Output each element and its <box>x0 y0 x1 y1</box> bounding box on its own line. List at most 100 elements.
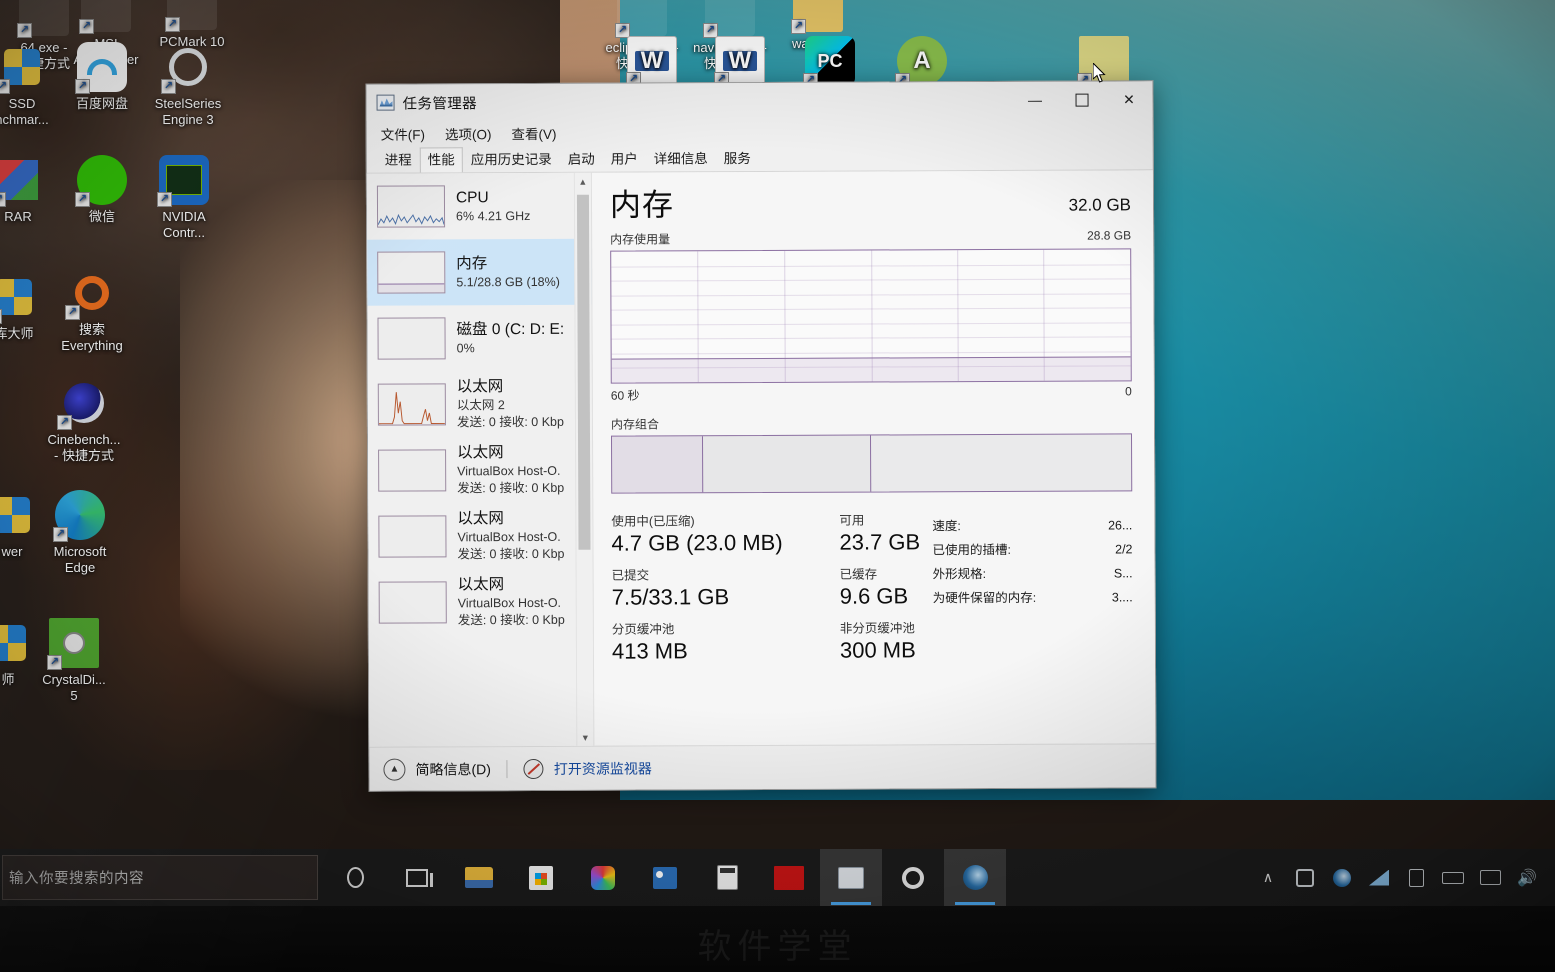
taskbar-color-app-icon[interactable] <box>572 849 634 906</box>
taskbar-buttons[interactable] <box>324 849 1006 906</box>
sidebar-item-label: 内存 <box>456 254 488 272</box>
menu-item-2[interactable]: 查看(V) <box>509 122 558 144</box>
tray-battery-icon[interactable] <box>1441 866 1465 890</box>
shortcut-arrow-icon: ↗ <box>17 23 32 38</box>
spec-row-1: 已使用的插槽: 2/2 <box>932 537 1132 562</box>
maximize-button[interactable] <box>1058 81 1105 117</box>
taskbar-file-explorer-icon[interactable] <box>448 849 510 906</box>
taskbar-strip[interactable]: 输入你要搜索的内容 ∧ 🔊 <box>0 849 1555 906</box>
tray-display-icon[interactable] <box>1478 866 1502 890</box>
desktop-icon-everything-search-icon[interactable]: ↗ 搜索 Everything <box>40 268 144 354</box>
resource-monitor-icon <box>523 758 544 779</box>
taskbar-settings-gear-icon[interactable] <box>882 849 944 906</box>
sidebar-item-label: 以太网 <box>457 444 504 462</box>
desktop-icon-label: Cinebench... - 快捷方式 <box>47 432 121 463</box>
scroll-up-arrow-icon[interactable]: ▲ <box>575 173 591 190</box>
tab-3[interactable]: 启动 <box>560 147 603 172</box>
shortcut-arrow-icon: ↗ <box>75 79 90 94</box>
tab-0[interactable]: 进程 <box>377 147 420 172</box>
desktop-icon-microsoft-edge-icon[interactable]: ↗ Microsoft Edge <box>28 490 132 576</box>
stat-2-0: 分页缓冲池 413 MB <box>612 621 840 665</box>
taskbar-cortana-icon[interactable] <box>324 849 386 906</box>
shortcut-arrow-icon: ↗ <box>0 79 10 94</box>
mouse-cursor-icon <box>1093 63 1106 83</box>
scroll-down-arrow-icon[interactable]: ▼ <box>577 729 593 746</box>
driver-master-icon: ↗ <box>0 272 39 324</box>
shortcut-arrow-icon: ↗ <box>75 192 90 207</box>
open-resource-monitor-link[interactable]: 打开资源监视器 <box>554 758 652 778</box>
tab-6[interactable]: 服务 <box>716 146 759 171</box>
footer-divider <box>506 759 508 778</box>
cinebench-icon: ↗ <box>57 378 109 430</box>
sidebar-item-2[interactable]: 磁盘 0 (C: D: E: 0% <box>367 305 591 372</box>
search-input[interactable]: 输入你要搜索的内容 <box>2 855 318 900</box>
stat-row-0: 使用中(已压缩) 4.7 GB (23.0 MB) 可用 23.7 GB <box>611 512 932 556</box>
sidebar-item-sub2: 发送: 0 接收: 0 Kbp <box>457 480 565 496</box>
sidebar-item-sub1: VirtualBox Host-O. <box>457 595 562 611</box>
taskbar[interactable]: 输入你要搜索的内容 ∧ 🔊 软件学堂 <box>0 849 1555 972</box>
sidebar-item-5[interactable]: 以太网 VirtualBox Host-O. 发送: 0 接收: 0 Kbp <box>368 503 592 570</box>
menu-bar[interactable]: 文件(F) 选项(O) 查看(V) <box>367 117 1153 146</box>
taskbar-red-app-icon[interactable] <box>758 849 820 906</box>
collapse-details-button[interactable]: 简略信息(D) <box>415 759 491 779</box>
menu-item-1[interactable]: 选项(O) <box>443 122 494 144</box>
stat-key: 已缓存 <box>839 567 878 582</box>
performance-list[interactable]: CPU 6% 4.21 GHz 内存 5.1/28.8 GB (18%) 磁盘 0 (C… <box>367 173 593 636</box>
tray-steam-tray-icon[interactable] <box>1330 866 1354 890</box>
taskbar-calculator-icon[interactable] <box>696 849 758 906</box>
graph-caption-label: 内存使用量 <box>610 232 671 247</box>
memory-specs: 速度: 26... 已使用的插槽: 2/2 外形规格: S... 为硬件保留的内存: 3...… <box>932 511 1133 674</box>
sidebar-item-text: 磁盘 0 (C: D: E: 0% <box>456 319 564 356</box>
desktop-icon-cinebench-icon[interactable]: ↗ Cinebench... - 快捷方式 <box>32 378 136 464</box>
desktop-icon-crystaldiskmark-icon[interactable]: ↗ CrystalDi... 5 <box>22 618 126 704</box>
sidebar-item-0[interactable]: CPU 6% 4.21 GHz <box>367 173 591 240</box>
total-memory-value: 32.0 GB <box>1068 195 1132 215</box>
tray-nvidia-tray-icon[interactable] <box>1293 866 1317 890</box>
composition-segment-modified <box>702 435 872 493</box>
taskbar-steam-icon[interactable] <box>944 849 1006 906</box>
taskbar-microsoft-store-icon[interactable] <box>510 849 572 906</box>
sidebar-item-4[interactable]: 以太网 VirtualBox Host-O. 发送: 0 接收: 0 Kbp <box>368 437 592 504</box>
tab-2[interactable]: 应用历史记录 <box>463 147 560 172</box>
tab-1[interactable]: 性能 <box>419 147 463 173</box>
memory-stats-left: 使用中(已压缩) 4.7 GB (23.0 MB) 可用 23.7 GB 已提交 7.5/… <box>611 512 933 675</box>
memory-usage-graph-caption: 内存使用量 28.8 GB <box>610 228 1131 247</box>
tab-4[interactable]: 用户 <box>603 147 646 172</box>
taskbar-task-view-icon[interactable] <box>386 849 448 906</box>
close-button[interactable]: ✕ <box>1105 81 1152 117</box>
sidebar-thumbnail-graph <box>377 251 446 294</box>
sidebar-thumbnail-graph <box>378 449 447 492</box>
spec-row-2: 外形规格: S... <box>933 561 1133 586</box>
tab-5[interactable]: 详细信息 <box>646 146 716 171</box>
spec-key: 速度: <box>932 519 961 534</box>
taskbar-active-underline <box>955 902 995 905</box>
spec-value: S... <box>1113 566 1133 581</box>
tab-strip[interactable]: 进程 性能 应用历史记录 启动 用户 详细信息 服务 <box>366 143 1153 174</box>
memory-usage-graph <box>610 248 1132 384</box>
stat-0-1: 可用 23.7 GB <box>839 512 920 555</box>
sidebar-item-3[interactable]: 以太网 以太网 2 发送: 0 接收: 0 Kbp <box>368 371 592 438</box>
desktop-icon-steelseries-icon[interactable]: ↗ SteelSeries Engine 3 <box>136 42 240 128</box>
task-manager-window[interactable]: 任务管理器 — ✕ 文件(F) 选项(O) 查看(V) 进程 性能 应用历史记录 启动 用户… <box>365 80 1157 792</box>
taskbar-task-manager-icon[interactable] <box>820 849 882 906</box>
system-tray[interactable]: ∧ 🔊 <box>1256 866 1555 890</box>
minimize-button[interactable]: — <box>1011 82 1058 118</box>
memory-composition-bar[interactable] <box>610 433 1133 494</box>
chevron-up-icon[interactable]: ▲ <box>383 758 406 781</box>
window-titlebar[interactable]: 任务管理器 — ✕ <box>366 81 1153 121</box>
tray-blank-tray-icon[interactable] <box>1404 866 1428 890</box>
desktop-icon-nvidia-control-panel-icon[interactable]: ↗ NVIDIA Contr... <box>132 155 236 241</box>
sidebar-thumbnail-graph <box>377 383 446 426</box>
menu-item-0[interactable]: 文件(F) <box>379 122 427 144</box>
taskbar-contacts-app-icon[interactable] <box>634 849 696 906</box>
tray-volume-icon[interactable]: 🔊 <box>1515 866 1539 890</box>
scrollbar-thumb[interactable] <box>576 194 591 550</box>
performance-sidebar[interactable]: CPU 6% 4.21 GHz 内存 5.1/28.8 GB (18%) 磁盘 0 (C… <box>366 172 595 747</box>
nvidia-control-panel-icon: ↗ <box>157 155 209 207</box>
sidebar-scrollbar[interactable]: ▲ ▼ <box>573 172 594 746</box>
sidebar-item-6[interactable]: 以太网 VirtualBox Host-O. 发送: 0 接收: 0 Kbp <box>369 569 593 636</box>
tray-show-hidden-icons-chevron-icon[interactable]: ∧ <box>1256 866 1280 890</box>
sidebar-item-1[interactable]: 内存 5.1/28.8 GB (18%) <box>367 238 592 306</box>
tray-network-wifi-icon[interactable] <box>1367 866 1391 890</box>
msi-afterburner-icon: ↗ <box>79 0 131 34</box>
